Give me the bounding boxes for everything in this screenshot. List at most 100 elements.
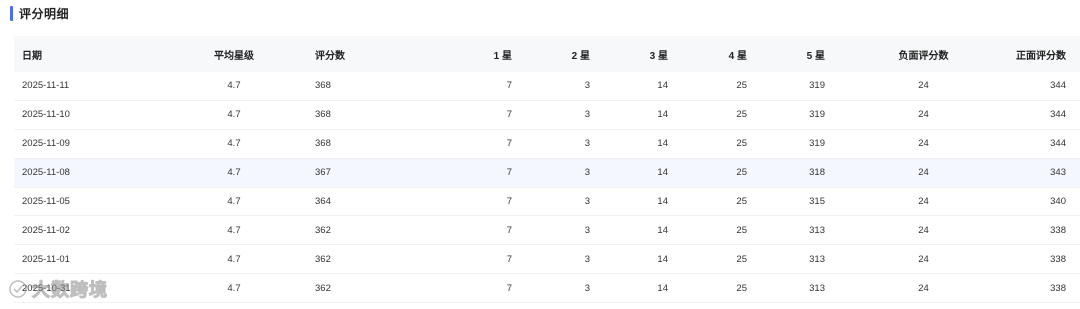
cell-3-star: 14 — [657, 282, 668, 294]
cell-negative-count: 24 — [918, 138, 929, 150]
cell-date: 2025-11-05 — [22, 196, 70, 207]
cell-rating-count: 368 — [315, 80, 331, 92]
cell-date: 2025-11-08 — [22, 167, 70, 179]
cell-5-star: 318 — [809, 167, 825, 179]
cell-4-star: 25 — [736, 167, 747, 179]
cell-rating-count: 368 — [315, 109, 331, 121]
cell-2-star: 3 — [584, 109, 590, 121]
cell-positive-count: 340 — [1050, 196, 1066, 207]
header-1-star[interactable]: 1 星 — [356, 47, 512, 62]
cell-3-star: 14 — [657, 80, 668, 92]
cell-3-star: 14 — [657, 196, 668, 207]
cell-2-star: 3 — [584, 196, 590, 207]
cell-3-star: 14 — [657, 224, 668, 236]
header-2-star[interactable]: 2 星 — [512, 47, 590, 62]
header-negative-count[interactable]: 负面评分数 — [825, 47, 982, 62]
cell-date: 2025-11-09 — [22, 138, 70, 150]
rating-detail-table: 日期 平均星级 评分数 1 星 2 星 3 星 4 星 5 星 负面评分数 正面… — [14, 36, 1080, 304]
cell-4-star: 25 — [736, 109, 747, 121]
cell-avg-rating: 4.7 — [227, 109, 241, 121]
table-row[interactable]: 2025-11-05 4.7 364 7 3 14 25 315 24 340 — [14, 188, 1080, 217]
brand-logo-icon — [9, 280, 27, 298]
cell-4-star: 25 — [736, 80, 747, 92]
table-header-row: 日期 平均星级 评分数 1 星 2 星 3 星 4 星 5 星 负面评分数 正面… — [14, 36, 1080, 72]
cell-rating-count: 367 — [315, 167, 331, 179]
cell-avg-rating: 4.7 — [227, 138, 241, 150]
cell-2-star: 3 — [584, 167, 590, 179]
header-positive-count[interactable]: 正面评分数 — [982, 47, 1080, 62]
section-header: 评分明细 — [10, 5, 69, 21]
cell-4-star: 25 — [736, 224, 747, 236]
cell-positive-count: 338 — [1050, 224, 1066, 236]
cell-rating-count: 362 — [315, 224, 331, 236]
cell-date: 2025-11-10 — [22, 109, 70, 121]
cell-negative-count: 24 — [918, 282, 929, 294]
cell-5-star: 319 — [809, 109, 825, 121]
cell-avg-rating: 4.7 — [227, 224, 241, 236]
cell-3-star: 14 — [657, 253, 668, 265]
table-body: 2025-11-11 4.7 368 7 3 14 25 319 24 344 2025-11-10… — [14, 72, 1080, 304]
header-rating-count[interactable]: 评分数 — [294, 47, 356, 62]
cell-negative-count: 24 — [918, 80, 929, 92]
header-4-star[interactable]: 4 星 — [668, 47, 747, 62]
cell-3-star: 14 — [657, 138, 668, 150]
cell-avg-rating: 4.7 — [227, 167, 241, 179]
cell-2-star: 3 — [584, 282, 590, 294]
cell-5-star: 313 — [809, 253, 825, 265]
cell-rating-count: 364 — [315, 196, 331, 207]
cell-4-star: 25 — [736, 138, 747, 150]
cell-4-star: 25 — [736, 253, 747, 265]
cell-1-star: 7 — [506, 138, 512, 150]
table-row[interactable]: 2025-11-09 4.7 368 7 3 14 25 319 24 344 — [14, 130, 1080, 159]
table-row[interactable]: 2025-11-02 4.7 362 7 3 14 25 313 24 338 — [14, 216, 1080, 246]
cell-2-star: 3 — [584, 253, 590, 265]
cell-negative-count: 24 — [918, 224, 929, 236]
cell-1-star: 7 — [506, 224, 512, 236]
cell-negative-count: 24 — [918, 167, 929, 179]
cell-positive-count: 343 — [1050, 167, 1066, 179]
header-avg-rating[interactable]: 平均星级 — [174, 47, 294, 62]
table-row[interactable]: 2025-11-10 4.7 368 7 3 14 25 319 24 344 — [14, 101, 1080, 130]
cell-5-star: 319 — [809, 138, 825, 150]
cell-positive-count: 344 — [1050, 80, 1066, 92]
cell-rating-count: 362 — [315, 253, 331, 265]
section-title: 评分明细 — [19, 6, 70, 21]
section-accent-bar — [10, 5, 13, 21]
watermark-text: 大数跨境 — [32, 280, 108, 301]
cell-2-star: 3 — [584, 224, 590, 236]
cell-avg-rating: 4.7 — [227, 80, 241, 92]
cell-avg-rating: 4.7 — [227, 196, 241, 207]
cell-1-star: 7 — [506, 80, 512, 92]
cell-5-star: 319 — [809, 80, 825, 92]
cell-avg-rating: 4.7 — [227, 282, 241, 294]
cell-1-star: 7 — [506, 282, 512, 294]
table-row[interactable]: 2025-11-01 4.7 362 7 3 14 25 313 24 338 — [14, 245, 1080, 275]
cell-1-star: 7 — [506, 167, 512, 179]
watermark: 大数跨境 — [8, 278, 108, 301]
cell-date: 2025-11-11 — [22, 80, 70, 92]
cell-positive-count: 338 — [1050, 253, 1066, 265]
header-date[interactable]: 日期 — [14, 47, 174, 62]
cell-rating-count: 368 — [315, 138, 331, 150]
table-row[interactable]: 2025-10-31 4.7 362 7 3 14 25 313 24 338 — [14, 274, 1080, 304]
cell-negative-count: 24 — [918, 253, 929, 265]
cell-3-star: 14 — [657, 167, 668, 179]
cell-1-star: 7 — [506, 196, 512, 207]
cell-positive-count: 344 — [1050, 109, 1066, 121]
header-3-star[interactable]: 3 星 — [590, 47, 668, 62]
header-5-star[interactable]: 5 星 — [747, 47, 825, 62]
cell-date: 2025-11-01 — [22, 253, 70, 265]
cell-negative-count: 24 — [918, 109, 929, 121]
cell-rating-count: 362 — [315, 282, 331, 294]
cell-5-star: 313 — [809, 282, 825, 294]
cell-1-star: 7 — [506, 253, 512, 265]
cell-positive-count: 338 — [1050, 282, 1066, 294]
table-row[interactable]: 2025-11-11 4.7 368 7 3 14 25 319 24 344 — [14, 72, 1080, 101]
cell-2-star: 3 — [584, 138, 590, 150]
cell-2-star: 3 — [584, 80, 590, 92]
table-row[interactable]: 2025-11-08 4.7 367 7 3 14 25 318 24 343 — [14, 158, 1080, 188]
cell-4-star: 25 — [736, 196, 747, 207]
cell-date: 2025-11-02 — [22, 224, 70, 236]
cell-3-star: 14 — [657, 109, 668, 121]
cell-5-star: 315 — [809, 196, 825, 207]
